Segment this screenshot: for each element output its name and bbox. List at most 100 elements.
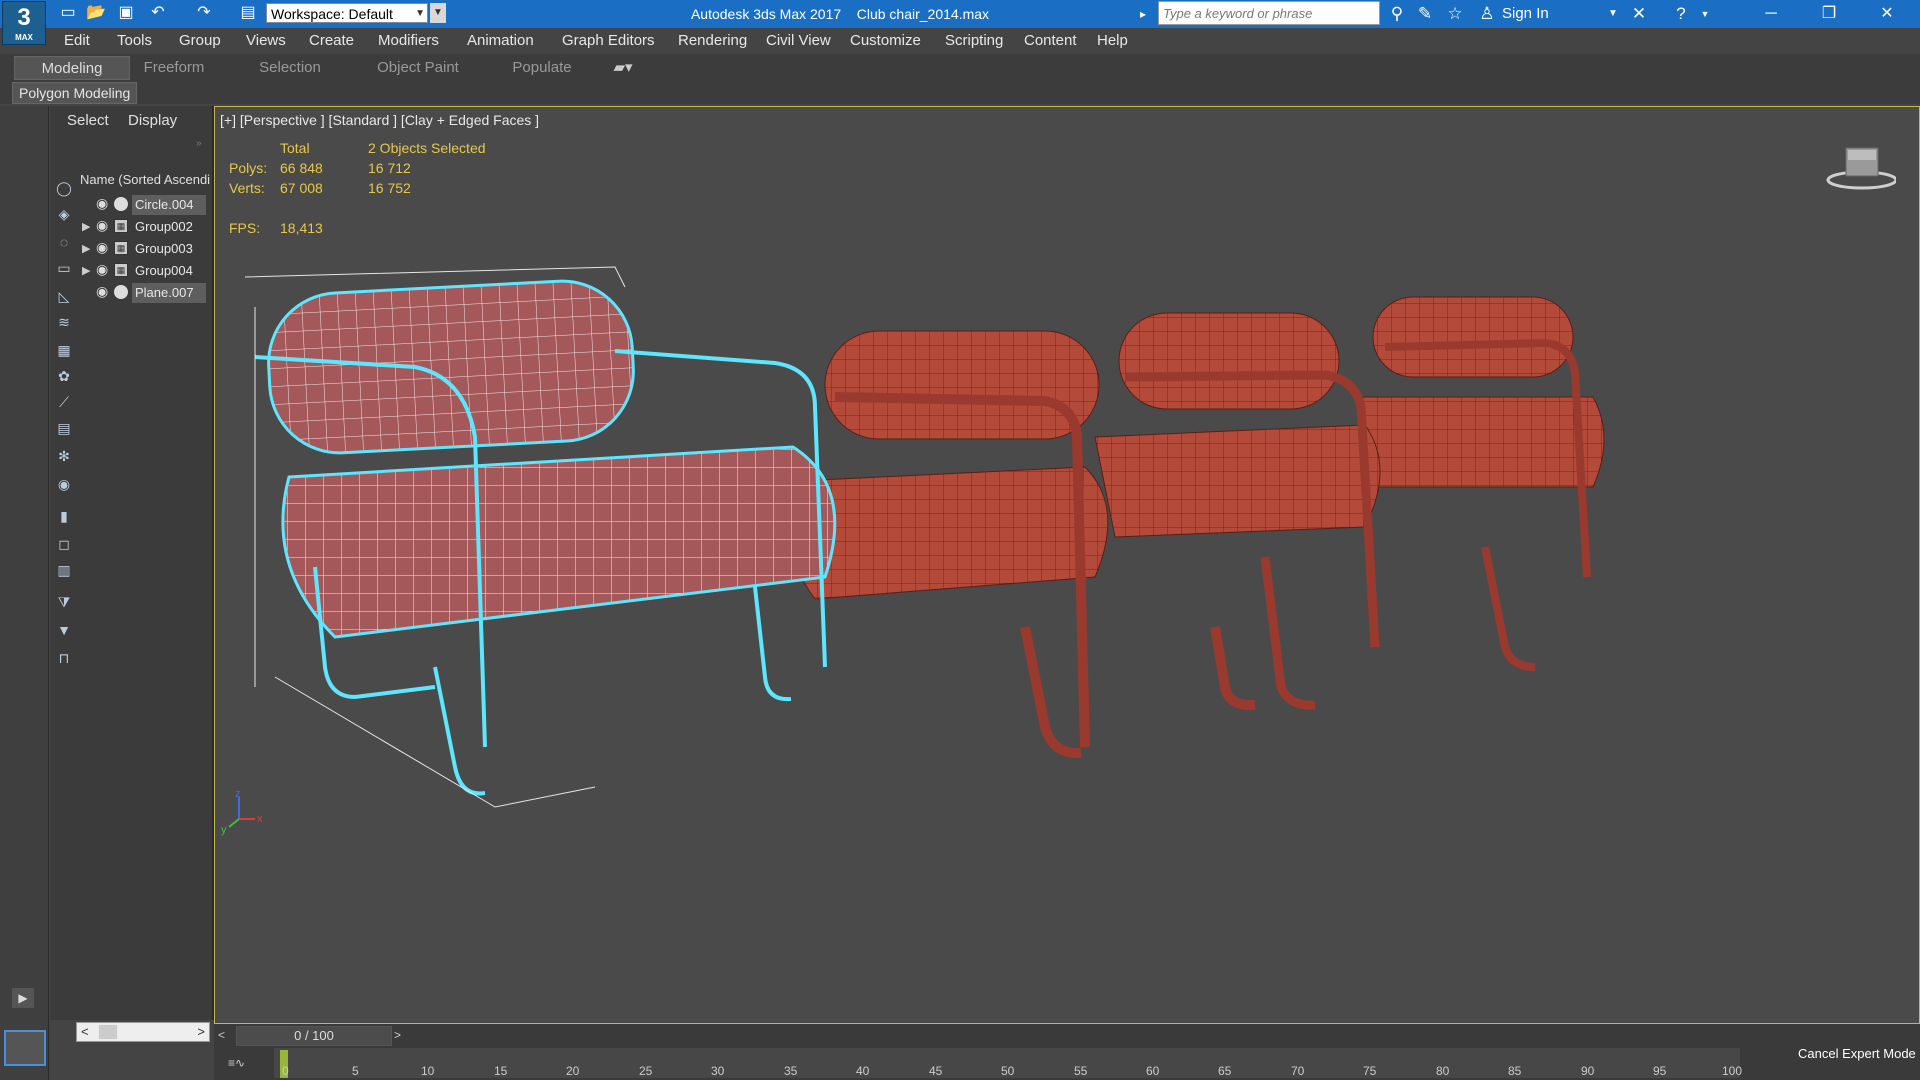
expand-icon[interactable]: ▶ — [82, 220, 90, 233]
display-lights-icon[interactable]: ◌ — [54, 232, 74, 252]
explorer-row-group002[interactable]: ▶ ◉ ▦ Group002 — [76, 216, 210, 238]
menu-content[interactable]: Content — [1024, 28, 1077, 54]
help-dropdown-icon[interactable]: ▼ — [1694, 3, 1716, 25]
favorites-star-icon[interactable]: ☆ — [1444, 3, 1466, 25]
minimize-button[interactable]: ─ — [1742, 0, 1800, 28]
explorer-tab-select[interactable]: Select — [67, 112, 109, 129]
eye-icon[interactable]: ◉ — [96, 195, 108, 212]
cancel-expert-mode-button[interactable]: Cancel Expert Mode — [1798, 1046, 1916, 1061]
tick-label: 20 — [566, 1064, 580, 1078]
display-geometry-icon[interactable]: ◯ — [54, 178, 74, 198]
curve-editor-icon[interactable]: ≡∿ — [228, 1056, 245, 1070]
workspace-menu-button[interactable]: ▼ — [430, 3, 446, 23]
menu-group[interactable]: Group — [179, 28, 221, 54]
display-bones-icon[interactable]: ⟋ — [54, 392, 74, 412]
display-shapes-icon[interactable]: ◈ — [54, 204, 74, 224]
display-groups-icon[interactable]: ▦ — [54, 340, 74, 360]
display-all-icon[interactable]: ▮ — [54, 506, 74, 526]
explorer-horizontal-scrollbar[interactable]: < > — [76, 1022, 210, 1042]
chair-back-2[interactable] — [1094, 312, 1381, 710]
menu-customize[interactable]: Customize — [850, 28, 921, 54]
workspace-dropdown[interactable]: Workspace: Default ▼ — [266, 3, 428, 23]
time-slider-prev[interactable]: < — [218, 1028, 225, 1042]
open-file-icon[interactable]: 📂 — [86, 3, 106, 23]
viewcube-icon[interactable] — [1826, 142, 1898, 192]
sign-in-button[interactable]: Sign In — [1502, 0, 1549, 28]
time-slider-thumb[interactable]: 0 / 100 — [236, 1026, 392, 1046]
polygon-modeling-panel[interactable]: Polygon Modeling — [12, 82, 138, 104]
binoculars-icon[interactable]: ⚲ — [1386, 3, 1408, 25]
display-hidden-icon[interactable]: ◉ — [54, 474, 74, 494]
tick-label: 65 — [1218, 1064, 1232, 1078]
menu-create[interactable]: Create — [309, 28, 354, 54]
tick-label: 90 — [1581, 1064, 1595, 1078]
tab-freeform[interactable]: Freeform — [136, 56, 212, 80]
new-file-icon[interactable]: ▭ — [58, 3, 78, 23]
explorer-collapse-icon[interactable]: » — [196, 138, 202, 149]
menu-views[interactable]: Views — [246, 28, 286, 54]
menu-rendering[interactable]: Rendering — [678, 28, 747, 54]
menu-modifiers[interactable]: Modifiers — [378, 28, 439, 54]
time-slider-next[interactable]: > — [394, 1028, 401, 1042]
selected-chair[interactable] — [244, 266, 837, 808]
close-button[interactable]: ✕ — [1858, 0, 1916, 28]
menu-animation[interactable]: Animation — [467, 28, 534, 54]
tick-label: 95 — [1653, 1064, 1667, 1078]
expand-icon[interactable]: ▶ — [82, 264, 90, 277]
display-cameras-icon[interactable]: ▭ — [54, 258, 74, 278]
viewport-label-menu[interactable]: [+] [Perspective ] [Standard ] [Clay + E… — [220, 112, 539, 128]
explorer-tab-display[interactable]: Display — [128, 112, 177, 129]
funnel-icon[interactable]: ▼ — [54, 620, 74, 640]
display-frozen-icon[interactable]: ✻ — [54, 446, 74, 466]
expand-toolbar-button[interactable]: ▶ — [12, 988, 34, 1008]
help-icon[interactable]: ? — [1670, 3, 1692, 25]
eye-icon[interactable]: ◉ — [96, 283, 108, 300]
axis-x-label: x — [257, 813, 263, 825]
project-icon[interactable]: ▤ — [238, 3, 258, 23]
perspective-viewport[interactable]: z x y — [214, 106, 1920, 1024]
explorer-row-group004[interactable]: ▶ ◉ ▦ Group004 — [76, 260, 210, 282]
exchange-icon[interactable]: ✕ — [1628, 3, 1650, 25]
display-xrefs-icon[interactable]: ✿ — [54, 366, 74, 386]
eye-icon[interactable]: ◉ — [96, 239, 108, 256]
chevron-down-icon[interactable]: ▼ — [1608, 0, 1618, 28]
restore-button[interactable]: ❐ — [1800, 0, 1858, 28]
expand-icon[interactable]: ▶ — [82, 242, 90, 255]
tab-populate[interactable]: Populate — [504, 56, 580, 80]
search-arrow-icon[interactable]: ▸ — [1140, 4, 1150, 24]
explorer-row-circle004[interactable]: ◉ Circle.004 — [76, 194, 210, 216]
left-toolbar — [0, 106, 49, 1080]
redo-icon[interactable]: ↷ — [194, 3, 214, 23]
explorer-column-header[interactable]: Name (Sorted Ascendi — [80, 172, 210, 187]
menu-edit[interactable]: Edit — [64, 28, 90, 54]
communication-icon[interactable]: ✎ — [1414, 3, 1436, 25]
tab-object-paint[interactable]: Object Paint — [370, 56, 466, 80]
display-helpers-icon[interactable]: ◺ — [54, 286, 74, 306]
menu-civil-view[interactable]: Civil View — [766, 28, 831, 54]
display-none-icon[interactable]: ◻ — [54, 534, 74, 554]
explorer-row-group003[interactable]: ▶ ◉ ▦ Group003 — [76, 238, 210, 260]
chair-back-3[interactable] — [1354, 296, 1605, 671]
tick-label: 70 — [1291, 1064, 1305, 1078]
save-icon[interactable]: ▣ — [116, 3, 136, 23]
menu-graph-editors[interactable]: Graph Editors — [562, 28, 655, 54]
ribbon-options-icon[interactable]: ▰▾ — [608, 56, 638, 80]
app-logo[interactable]: 3 MAX — [2, 1, 46, 45]
eye-icon[interactable]: ◉ — [96, 217, 108, 234]
viewport-layout-icon[interactable] — [4, 1030, 46, 1066]
stats-polys-selected: 16 712 — [368, 160, 411, 176]
display-invert-icon[interactable]: ▥ — [54, 560, 74, 580]
layer-icon[interactable]: ⊓ — [54, 648, 74, 668]
eye-icon[interactable]: ◉ — [96, 261, 108, 278]
menu-help[interactable]: Help — [1097, 28, 1128, 54]
tab-selection[interactable]: Selection — [252, 56, 328, 80]
display-containers-icon[interactable]: ▤ — [54, 418, 74, 438]
filter-icon[interactable]: ⧩ — [54, 592, 74, 612]
explorer-row-plane007[interactable]: ◉ Plane.007 — [76, 282, 210, 304]
search-input[interactable]: Type a keyword or phrase — [1158, 1, 1380, 25]
tab-modeling[interactable]: Modeling — [14, 56, 130, 80]
undo-icon[interactable]: ↶ — [148, 3, 168, 23]
menu-tools[interactable]: Tools — [117, 28, 152, 54]
display-spacewarps-icon[interactable]: ≋ — [54, 312, 74, 332]
menu-scripting[interactable]: Scripting — [945, 28, 1003, 54]
